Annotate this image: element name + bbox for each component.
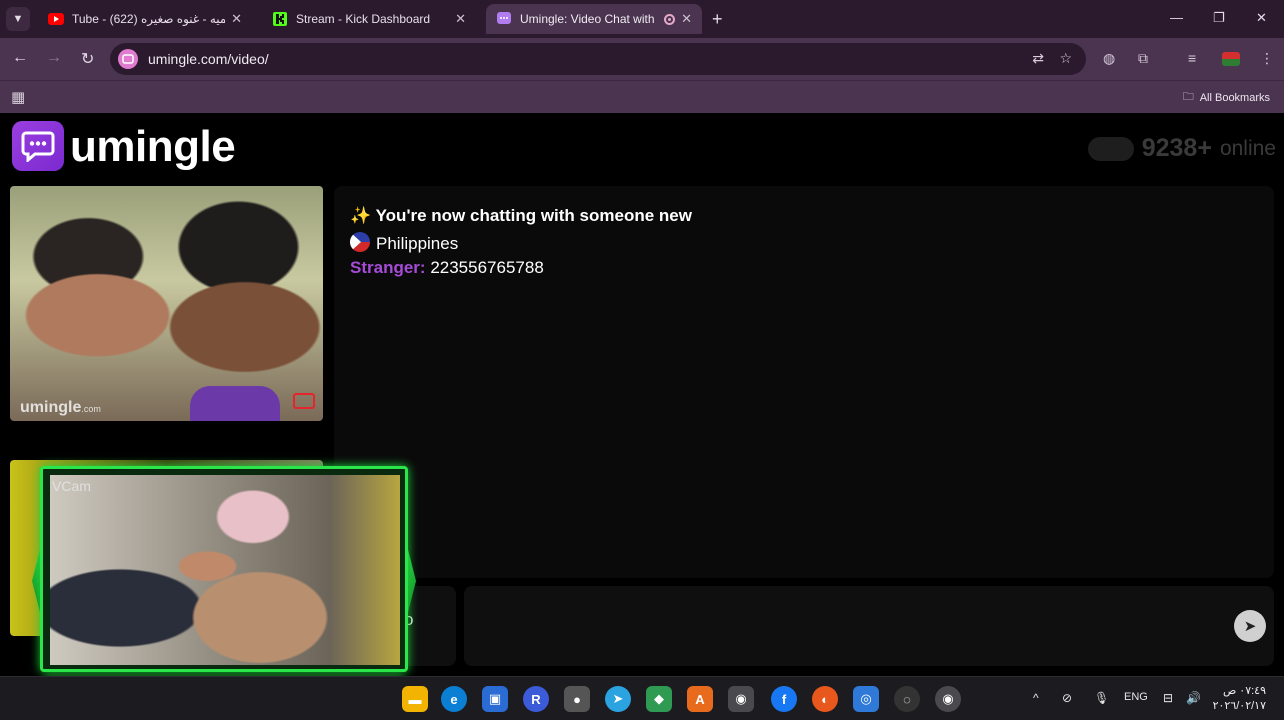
camera-off-icon[interactable]: ⊘: [1062, 691, 1072, 705]
clock-date: ٢٠٢٦/٠٢/١٧: [1212, 700, 1266, 712]
extensions-icon[interactable]: ⧉: [1138, 50, 1148, 67]
profile-avatar[interactable]: [1222, 52, 1240, 66]
message-text: 223556765788: [430, 258, 544, 277]
tab-title: Tube - سميه - غنوه صغيره (622): [72, 12, 226, 26]
language-indicator[interactable]: ENG: [1124, 691, 1148, 703]
edge-icon[interactable]: e: [441, 686, 467, 712]
stranger-country: Philippines: [350, 232, 458, 254]
all-bookmarks-label: All Bookmarks: [1199, 91, 1270, 104]
translate-icon[interactable]: ⇄: [1032, 50, 1044, 67]
file-explorer-icon[interactable]: ▬: [402, 686, 428, 712]
close-tab-icon[interactable]: ✕: [681, 11, 692, 27]
close-tab-icon[interactable]: ✕: [455, 11, 466, 27]
bookmarks-bar: ▦ 🗀 All Bookmarks: [0, 80, 1284, 113]
sender-label: Stranger:: [350, 258, 426, 277]
online-indicator: 9238+ online: [1087, 134, 1276, 163]
game-app-icon[interactable]: ◆: [646, 686, 672, 712]
volume-icon[interactable]: 🔊: [1186, 691, 1201, 705]
recording-icon: [664, 13, 676, 25]
stranger-video: umingle.com: [10, 186, 323, 421]
site-info-icon[interactable]: [118, 49, 138, 69]
message-input[interactable]: ➤: [464, 586, 1274, 666]
apps-grid-icon[interactable]: ▦: [11, 88, 25, 106]
forward-icon[interactable]: →: [46, 49, 62, 67]
logo-text[interactable]: umingle: [70, 122, 236, 172]
facebook-icon[interactable]: f: [771, 686, 797, 712]
umingle-icon: [496, 11, 512, 27]
report-flag-icon[interactable]: [293, 393, 315, 409]
tab-title: Umingle: Video Chat with St: [520, 12, 659, 26]
back-icon[interactable]: ←: [12, 49, 28, 67]
url-text: umingle.com/video/: [148, 51, 269, 67]
tab-strip: ▼ Tube - سميه - غنوه صغيره (622) ✕ Strea…: [0, 0, 1284, 38]
folder-icon: 🗀: [1182, 91, 1194, 103]
video-content: [190, 386, 280, 421]
telegram-icon[interactable]: ➤: [605, 686, 631, 712]
umingle-logo-icon[interactable]: [12, 121, 64, 171]
tab-kick[interactable]: Stream - Kick Dashboard ✕: [262, 4, 476, 34]
tab-umingle[interactable]: Umingle: Video Chat with St ✕: [486, 4, 702, 34]
all-bookmarks-button[interactable]: 🗀 All Bookmarks: [1183, 88, 1270, 107]
globe-extension-icon[interactable]: ◍: [1103, 50, 1115, 67]
store-icon[interactable]: ▣: [482, 686, 508, 712]
obs-icon[interactable]: ◌: [894, 686, 920, 712]
online-count: 9238+: [1141, 134, 1212, 162]
browser-toolbar: ← → ↻ umingle.com/video/ ⇄ ☆ ◍ ⧉ ≡ ⋮: [0, 38, 1284, 80]
network-icon[interactable]: ⊟: [1163, 691, 1173, 705]
kick-icon: [272, 11, 288, 27]
chrome-profile-icon[interactable]: ◉: [935, 686, 961, 712]
tab-search-button[interactable]: ▼: [6, 7, 30, 31]
menu-icon[interactable]: ⋮: [1260, 50, 1274, 67]
chat-intro-text: You're now chatting with someone new: [375, 206, 692, 225]
windows-taskbar: ▬ e ▣ R ● ➤ ◆ A ◉ f ◐ ◎ ◌ ◉ ^ ⊘ 🎙 ENG ⊟ …: [0, 676, 1284, 720]
webcam-video: [50, 475, 400, 665]
minimize-icon[interactable]: —: [1170, 10, 1183, 25]
address-bar[interactable]: umingle.com/video/ ⇄ ☆: [110, 43, 1086, 75]
firefox-icon[interactable]: ◐: [812, 686, 838, 712]
media-control-icon[interactable]: ≡: [1188, 50, 1196, 66]
philippines-flag-icon: [350, 232, 370, 252]
tab-title: Stream - Kick Dashboard: [296, 12, 431, 26]
watermark-suffix: .com: [81, 404, 101, 414]
chat-message: Stranger: 223556765788: [350, 258, 544, 278]
online-label: online: [1219, 136, 1276, 160]
reload-icon[interactable]: ↻: [81, 49, 94, 69]
chat-panel: ✨ You're now chatting with someone new P…: [334, 186, 1274, 578]
new-tab-button[interactable]: +: [712, 9, 723, 30]
bookmark-star-icon[interactable]: ☆: [1059, 50, 1072, 67]
close-window-icon[interactable]: ✕: [1256, 10, 1267, 26]
umingle-watermark: umingle.com: [20, 399, 101, 417]
online-toggle[interactable]: [1087, 136, 1134, 161]
show-hidden-icons[interactable]: ^: [1033, 691, 1039, 705]
clock[interactable]: ٠٧:٤٩ ص ٢٠٢٦/٠٢/١٧: [1213, 684, 1266, 714]
mic-icon[interactable]: 🎙: [1094, 691, 1109, 705]
country-name: Philippines: [376, 234, 459, 253]
chat-intro: ✨ You're now chatting with someone new: [350, 206, 692, 226]
watermark-text: umingle: [20, 399, 82, 416]
camera-app-icon[interactable]: ◎: [853, 686, 879, 712]
tab-youtube[interactable]: Tube - سميه - غنوه صغيره (622) ✕: [38, 4, 252, 34]
chrome-icon[interactable]: ◉: [728, 686, 754, 712]
sparkles-icon: ✨: [350, 206, 372, 225]
youtube-icon: [48, 11, 64, 27]
close-tab-icon[interactable]: ✕: [231, 11, 242, 27]
a-app-icon[interactable]: A: [687, 686, 713, 712]
microphone-app-icon[interactable]: ●: [564, 686, 590, 712]
r-app-icon[interactable]: R: [523, 686, 549, 712]
maximize-icon[interactable]: ❐: [1213, 10, 1225, 26]
clock-time: ٠٧:٤٩ ص: [1222, 685, 1266, 697]
vcam-label: VCam: [52, 478, 91, 494]
send-icon[interactable]: ➤: [1234, 610, 1266, 642]
